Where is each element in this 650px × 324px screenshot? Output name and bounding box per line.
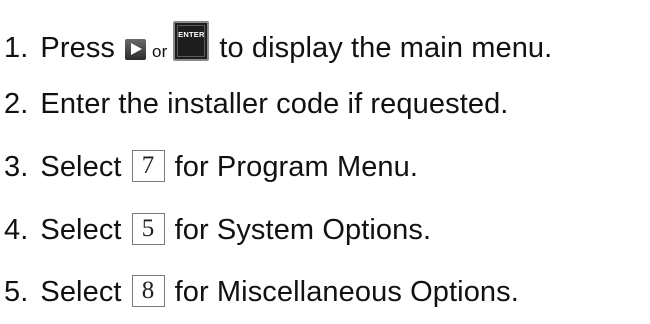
step-1: 1. Press or ENTER to display the main me… [4,21,553,70]
step-number: 4. [4,213,29,246]
step-text-after: to display the main menu. [219,31,553,64]
step-text-before: Press [40,31,116,64]
step-text-before: Select [40,275,122,308]
step-text-before: Select [40,150,122,183]
step-text-after: for Program Menu. [174,150,419,183]
number-key-7: 7 [131,150,165,182]
step-text-after: for Miscellaneous Options. [174,275,519,308]
enter-key-label: ENTER [178,30,205,39]
number-key-8: 8 [131,275,165,307]
number-key-5: 5 [131,213,165,245]
or-text: or [152,42,168,61]
step-2: 2. Enter the installer code if requested… [4,82,508,126]
step-5: 5. Select 8 for Miscellaneous Options. [4,270,519,314]
step-4: 4. Select 5 for System Options. [4,208,431,252]
step-number: 2. [4,87,29,120]
enter-key-icon: ENTER [173,21,210,61]
right-arrow-key-icon [125,38,147,60]
step-number: 1. [4,31,29,64]
step-3: 3. Select 7 for Program Menu. [4,145,418,189]
step-number: 3. [4,150,29,183]
step-number: 5. [4,275,29,308]
step-text-after: for System Options. [174,213,432,246]
step-text-before: Select [40,213,122,246]
step-text: Enter the installer code if requested. [40,87,509,120]
